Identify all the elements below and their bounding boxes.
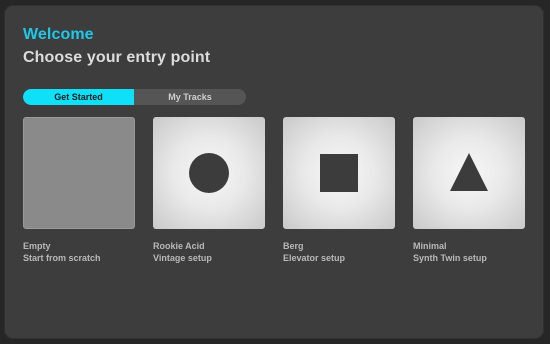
card-empty-description: Start from scratch (23, 253, 101, 263)
card-minimal-title: Minimal (413, 241, 447, 251)
circle-icon (189, 153, 229, 193)
welcome-dialog: Welcome Choose your entry point Get Star… (4, 5, 544, 339)
card-empty[interactable] (23, 117, 135, 229)
card-minimal-description: Synth Twin setup (413, 253, 487, 263)
card-empty-title: Empty (23, 241, 51, 251)
card-berg[interactable] (283, 117, 395, 229)
card-berg-title: Berg (283, 241, 304, 251)
square-icon (320, 154, 358, 192)
triangle-icon (450, 153, 488, 191)
tab-get-started[interactable]: Get Started (23, 89, 134, 105)
card-rookie-acid-title: Rookie Acid (153, 241, 205, 251)
card-berg-caption: Berg Elevator setup (283, 240, 345, 264)
card-rookie-acid[interactable] (153, 117, 265, 229)
welcome-heading: Welcome (23, 26, 94, 43)
page-title: Choose your entry point (23, 49, 211, 66)
tab-bar: Get Started My Tracks (23, 89, 246, 105)
card-empty-caption: Empty Start from scratch (23, 240, 101, 264)
card-minimal[interactable] (413, 117, 525, 229)
card-berg-description: Elevator setup (283, 253, 346, 263)
card-rookie-acid-caption: Rookie Acid Vintage setup (153, 240, 212, 264)
tab-my-tracks[interactable]: My Tracks (134, 89, 246, 105)
card-rookie-acid-description: Vintage setup (153, 253, 212, 263)
card-minimal-caption: Minimal Synth Twin setup (413, 240, 487, 264)
